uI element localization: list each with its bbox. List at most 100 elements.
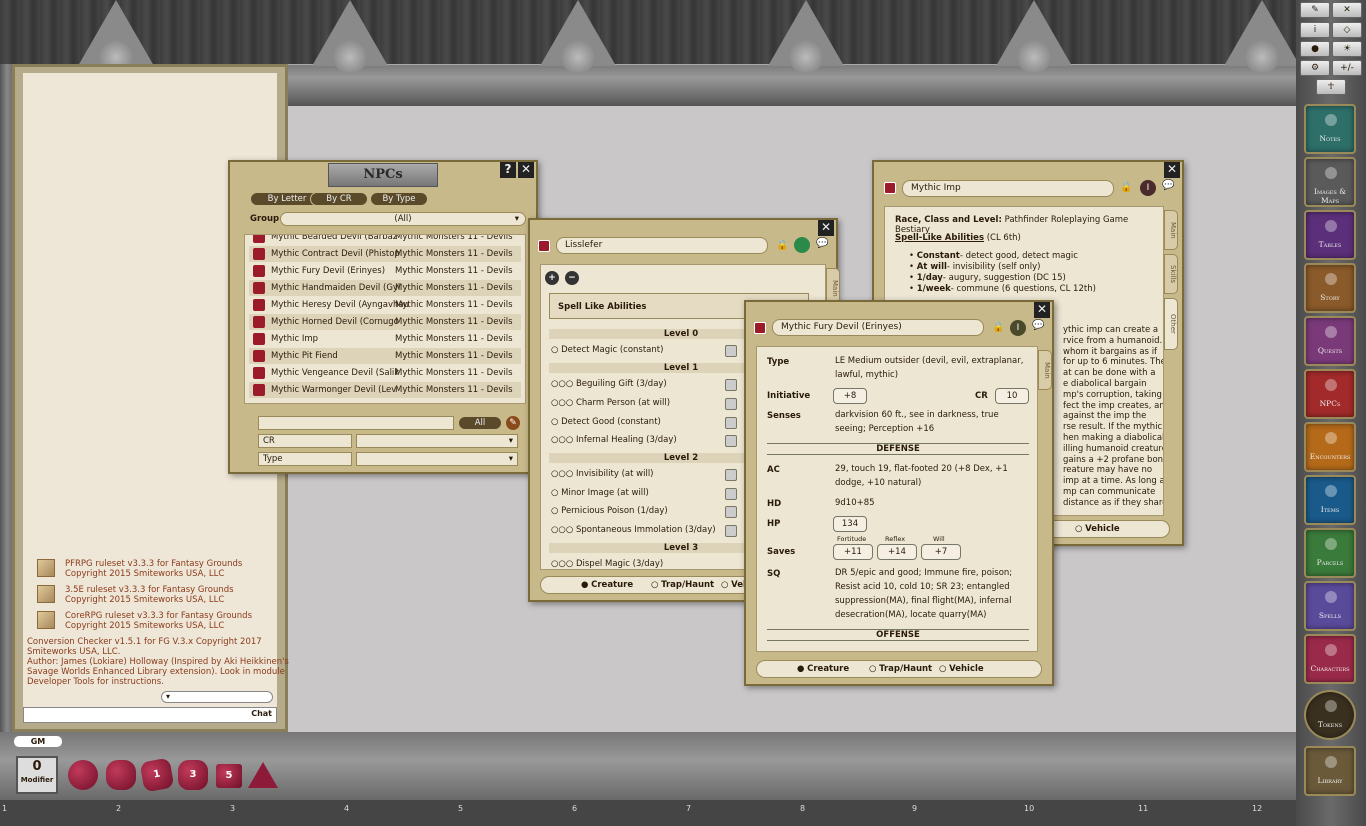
- will-field[interactable]: +7: [921, 544, 961, 560]
- modifier-box[interactable]: 0 Modifier: [16, 756, 58, 794]
- help-icon[interactable]: ?: [500, 162, 516, 178]
- tag-icon[interactable]: ◇: [1332, 22, 1362, 38]
- remove-icon[interactable]: −: [565, 271, 579, 285]
- cast-icon[interactable]: [725, 398, 737, 410]
- spell-item[interactable]: ○○○ Invisibility (at will): [551, 469, 654, 479]
- edit-icon[interactable]: ✎: [506, 416, 520, 430]
- cast-icon[interactable]: [725, 417, 737, 429]
- list-item[interactable]: Mythic Pit Fiend Mythic Monsters 11 - Dev…: [249, 348, 521, 364]
- hp-field[interactable]: 134: [833, 516, 867, 532]
- radio-vehicle[interactable]: ○ Vehicle: [939, 664, 984, 674]
- spell-item[interactable]: ○○○ Beguiling Gift (3/day): [551, 379, 667, 389]
- list-item[interactable]: Mythic Vengeance Devil (Salik Mythic Mons…: [249, 365, 521, 381]
- radio-trap-haunt[interactable]: ○ Trap/Haunt: [869, 664, 932, 674]
- cast-icon[interactable]: [725, 345, 737, 357]
- d12-die[interactable]: [106, 760, 136, 790]
- tab-main[interactable]: Main: [1164, 210, 1178, 250]
- npc-name-field[interactable]: Lisslefer: [556, 237, 768, 254]
- spell-item[interactable]: ○ Pernicious Poison (1/day): [551, 506, 668, 516]
- add-icon[interactable]: +: [545, 271, 559, 285]
- d8-die[interactable]: 3: [178, 760, 208, 790]
- options-icon[interactable]: ●: [1300, 41, 1330, 57]
- tables-button[interactable]: Tables: [1304, 210, 1356, 260]
- settings-icon[interactable]: ⚙: [1300, 60, 1330, 76]
- tab-other[interactable]: Other: [1164, 298, 1178, 350]
- initiative-field[interactable]: +8: [833, 388, 867, 404]
- spell-item[interactable]: ○○○ Spontaneous Immolation (3/day): [551, 525, 716, 535]
- chat-bubble-icon[interactable]: 💬: [1032, 320, 1044, 331]
- d4-die[interactable]: [248, 762, 278, 788]
- encounters-button[interactable]: Encounters: [1304, 422, 1356, 472]
- lock-icon[interactable]: 🔒: [1120, 182, 1132, 193]
- type-select[interactable]: ▾: [356, 452, 518, 466]
- notes-button[interactable]: Notes: [1304, 104, 1356, 154]
- plus-minus-icon[interactable]: +/-: [1332, 60, 1362, 76]
- story-button[interactable]: Story: [1304, 263, 1356, 313]
- cr-select[interactable]: ▾: [356, 434, 518, 448]
- info-icon[interactable]: i: [1300, 22, 1330, 38]
- search-input[interactable]: [258, 416, 454, 430]
- light-icon[interactable]: ☀: [1332, 41, 1362, 57]
- quests-button[interactable]: Quests: [1304, 316, 1356, 366]
- chat-mode-select[interactable]: ▾: [161, 691, 273, 703]
- close-icon[interactable]: ✕: [518, 162, 534, 178]
- spell-item[interactable]: ○ Detect Good (constant): [551, 417, 661, 427]
- reflex-field[interactable]: +14: [877, 544, 917, 560]
- id-icon[interactable]: I: [1140, 180, 1156, 196]
- tool-icon[interactable]: ✎: [1300, 2, 1330, 18]
- list-item[interactable]: Mythic Fury Devil (Erinyes) Mythic Monste…: [249, 263, 521, 279]
- radio-creature[interactable]: ● Creature: [581, 580, 633, 590]
- radio-trap-haunt[interactable]: ○ Trap/Haunt: [651, 580, 714, 590]
- close-icon[interactable]: ✕: [1164, 162, 1180, 178]
- tab-skills[interactable]: Skills: [1164, 254, 1178, 294]
- cast-icon[interactable]: [725, 435, 737, 447]
- npc-list[interactable]: Mythic Bearded Devil (Barbaz Mythic Monst…: [244, 234, 526, 404]
- chat-bubble-icon[interactable]: 💬: [1162, 180, 1174, 191]
- cast-icon[interactable]: [725, 525, 737, 537]
- spells-button[interactable]: Spells: [1304, 581, 1356, 631]
- items-button[interactable]: Items: [1304, 475, 1356, 525]
- list-item[interactable]: Mythic Warmonger Devil (Lev Mythic Monste…: [249, 382, 521, 398]
- tokens-button[interactable]: Tokens: [1304, 690, 1356, 740]
- cast-icon[interactable]: [725, 506, 737, 518]
- radio-vehicle[interactable]: ○ Vehicle: [1075, 524, 1120, 534]
- tab-main[interactable]: Main: [1038, 350, 1052, 390]
- npc-name-field[interactable]: Mythic Imp: [902, 180, 1114, 197]
- npcs-button[interactable]: NPCs: [1304, 369, 1356, 419]
- cr-field[interactable]: 10: [995, 388, 1029, 404]
- fortitude-field[interactable]: +11: [833, 544, 873, 560]
- spell-item[interactable]: ○○○ Infernal Healing (3/day): [551, 435, 677, 445]
- cast-icon[interactable]: [725, 379, 737, 391]
- id-icon[interactable]: I: [1010, 320, 1026, 336]
- close-icon[interactable]: ✕: [1034, 302, 1050, 318]
- all-button[interactable]: All: [458, 416, 502, 430]
- token-icon[interactable]: [794, 237, 810, 253]
- chat-bubble-icon[interactable]: 💬: [816, 238, 828, 249]
- spell-item[interactable]: ○○○ Dispel Magic (3/day): [551, 559, 663, 569]
- images-maps-button[interactable]: Images & Maps: [1304, 157, 1356, 207]
- group-select[interactable]: (All) ▾: [280, 212, 526, 226]
- close-icon[interactable]: ✕: [1332, 2, 1362, 18]
- d20-die[interactable]: [68, 760, 98, 790]
- spell-item[interactable]: ○ Detect Magic (constant): [551, 345, 663, 355]
- list-item[interactable]: Mythic Imp Mythic Monsters 11 - Devils: [249, 331, 521, 347]
- characters-button[interactable]: Characters: [1304, 634, 1356, 684]
- figure-icon[interactable]: ☥: [1316, 79, 1346, 95]
- close-icon[interactable]: ✕: [818, 220, 834, 236]
- spell-item[interactable]: ○○○ Charm Person (at will): [551, 398, 670, 408]
- parcels-button[interactable]: Parcels: [1304, 528, 1356, 578]
- list-item[interactable]: Mythic Handmaiden Devil (Gyl Mythic Monst…: [249, 280, 521, 296]
- chat-input[interactable]: Chat: [23, 707, 277, 723]
- cast-icon[interactable]: [725, 469, 737, 481]
- spell-item[interactable]: ○ Minor Image (at will): [551, 488, 649, 498]
- chat-button[interactable]: Chat: [251, 709, 272, 718]
- d10-die[interactable]: 1: [139, 757, 175, 793]
- d6-die[interactable]: 5: [216, 764, 242, 788]
- lock-icon[interactable]: 🔒: [776, 240, 788, 251]
- cast-icon[interactable]: [725, 488, 737, 500]
- radio-creature[interactable]: ● Creature: [797, 664, 849, 674]
- list-item[interactable]: Mythic Heresy Devil (Ayngavhau Mythic Mon…: [249, 297, 521, 313]
- list-item[interactable]: Mythic Contract Devil (Phistop Mythic Mon…: [249, 246, 521, 262]
- filter-by-cr[interactable]: By CR: [310, 192, 368, 206]
- list-item[interactable]: Mythic Horned Devil (Cornugo Mythic Monst…: [249, 314, 521, 330]
